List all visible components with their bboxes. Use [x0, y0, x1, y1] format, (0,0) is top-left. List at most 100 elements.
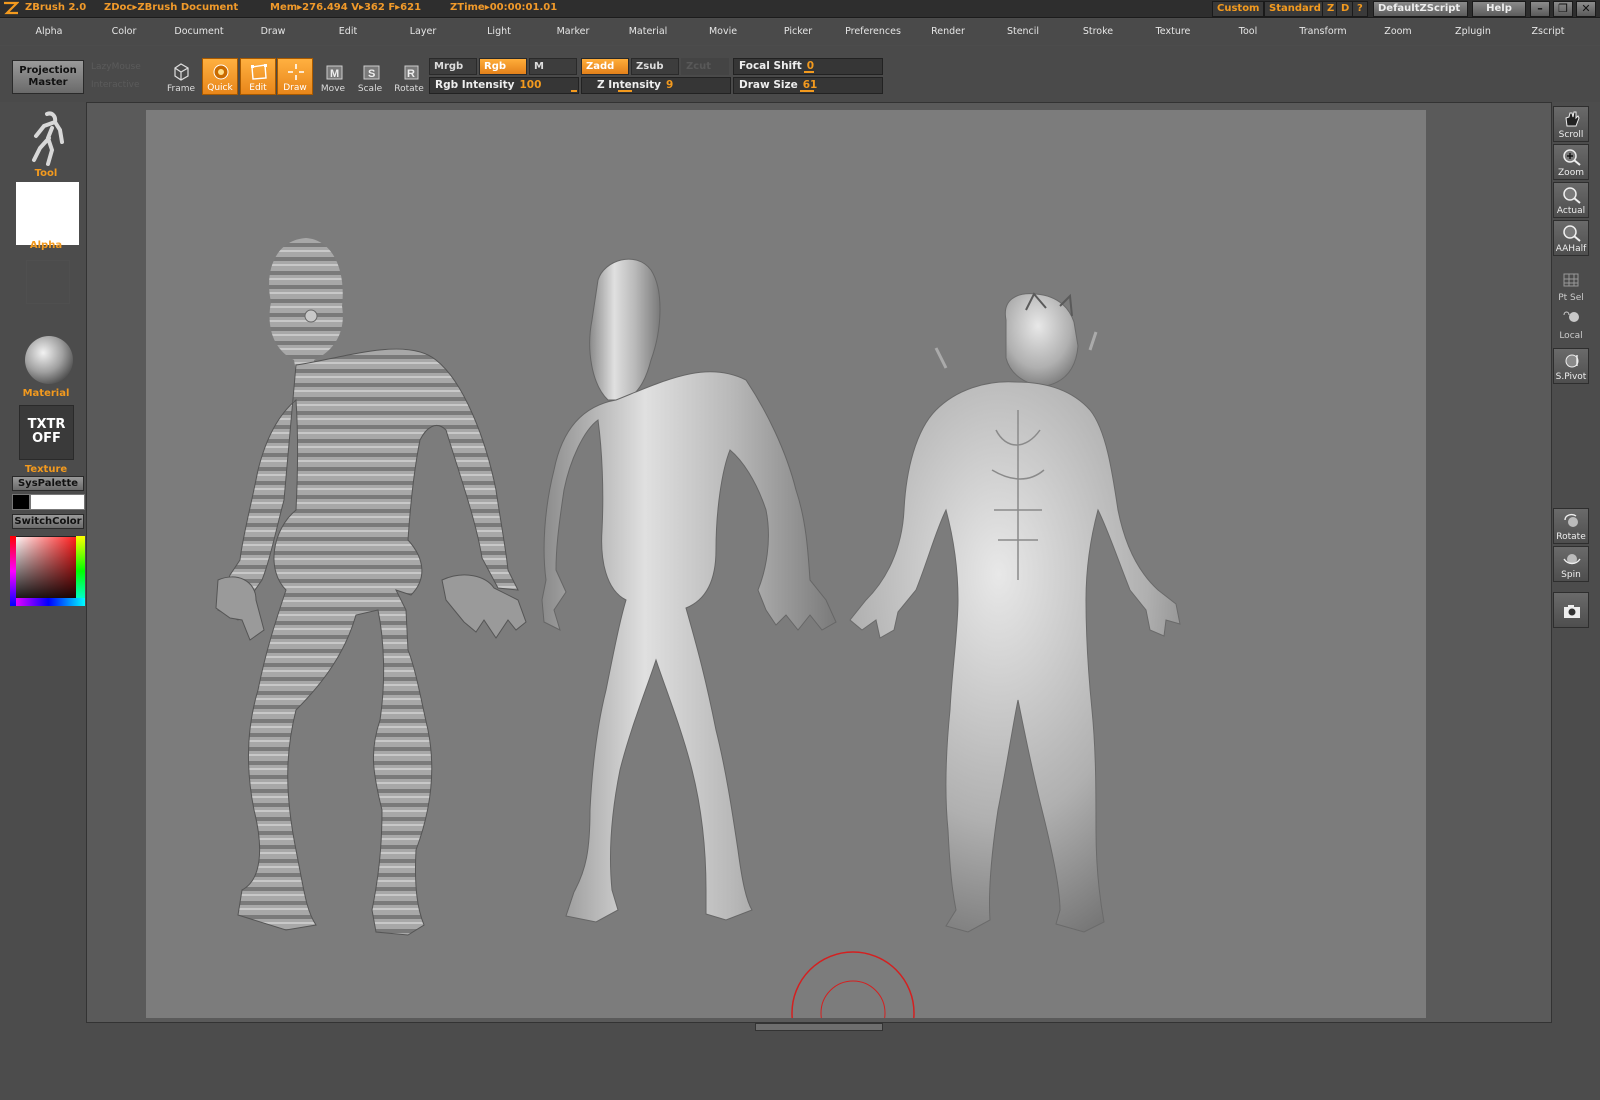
hue-strip-left[interactable]: [10, 536, 16, 606]
restore-icon[interactable]: ❐: [1553, 1, 1573, 17]
standard-ui-button[interactable]: Standard: [1264, 1, 1326, 17]
bottom-tray-handle[interactable]: [755, 1023, 883, 1031]
tool-figure-icon[interactable]: [22, 108, 72, 168]
secondary-color-swatch[interactable]: [12, 494, 30, 510]
menu-preferences[interactable]: Preferences: [845, 26, 901, 37]
zsub-button[interactable]: Zsub: [631, 58, 679, 75]
rgb-intensity-slider[interactable]: Rgb Intensity 100: [429, 77, 579, 94]
material-label[interactable]: Material: [0, 388, 92, 399]
menu-layer[interactable]: Layer: [410, 26, 437, 37]
menu-tool[interactable]: Tool: [1239, 26, 1257, 37]
menu-marker[interactable]: Marker: [557, 26, 590, 37]
material-sphere-icon[interactable]: [25, 336, 73, 384]
spin-button[interactable]: Spin: [1553, 546, 1589, 582]
menu-render[interactable]: Render: [931, 26, 965, 37]
rotate-button[interactable]: R Rotate: [391, 58, 427, 95]
memory-readout: Mem▸276.494 V▸362 F▸621: [270, 2, 422, 13]
draw-size-slider[interactable]: Draw Size 61: [733, 77, 883, 94]
menu-alpha[interactable]: Alpha: [35, 26, 62, 37]
menu-picker[interactable]: Picker: [784, 26, 812, 37]
close-icon[interactable]: ✕: [1576, 1, 1596, 17]
help-button[interactable]: Help: [1472, 1, 1526, 17]
z-intensity-slider[interactable]: Z Intensity 9: [581, 77, 731, 94]
menu-zplugin[interactable]: Zplugin: [1455, 26, 1491, 37]
stroke-placeholder-icon: [26, 260, 70, 304]
banded-figure-model: [215, 238, 527, 936]
menu-texture[interactable]: Texture: [1156, 26, 1191, 37]
snapshot-button[interactable]: [1553, 592, 1589, 628]
mrgb-button[interactable]: Mrgb: [429, 58, 477, 75]
focal-shift-slider[interactable]: Focal Shift 0: [733, 58, 883, 75]
menu-transform[interactable]: Transform: [1299, 26, 1346, 37]
local-button[interactable]: Local: [1553, 306, 1589, 342]
m-button[interactable]: M: [529, 58, 577, 75]
menu-zscript[interactable]: Zscript: [1532, 26, 1565, 37]
document-canvas[interactable]: [146, 110, 1426, 1018]
quick-button[interactable]: Quick: [202, 58, 238, 95]
zoom-button[interactable]: Zoom: [1553, 144, 1589, 180]
syspalette-button[interactable]: SysPalette: [12, 476, 84, 491]
local-rotate-icon: [1563, 311, 1579, 322]
menu-document[interactable]: Document: [174, 26, 223, 37]
zoom-magnifier-icon: [1563, 149, 1581, 166]
quick-help-button[interactable]: ?: [1352, 1, 1368, 17]
alpha-swatch[interactable]: [16, 182, 79, 245]
aahalf-button[interactable]: AAHalf: [1553, 220, 1589, 256]
draw-button[interactable]: Draw: [277, 58, 313, 95]
menu-material[interactable]: Material: [629, 26, 668, 37]
move-button[interactable]: M Move: [315, 58, 351, 95]
rgb-button[interactable]: Rgb: [479, 58, 527, 75]
hue-strip-right[interactable]: [76, 536, 85, 606]
menu-edit[interactable]: Edit: [339, 26, 357, 37]
zbrush-logo-icon: [4, 1, 19, 15]
ztime-readout: ZTime▸00:00:01.01: [450, 2, 558, 13]
hand-icon: [1565, 111, 1580, 127]
actual-button[interactable]: Actual: [1553, 182, 1589, 218]
menu-movie[interactable]: Movie: [709, 26, 737, 37]
menu-light[interactable]: Light: [487, 26, 511, 37]
svg-text:M: M: [330, 68, 339, 80]
primary-color-swatch[interactable]: [30, 494, 85, 510]
rotate-icon: R: [404, 65, 419, 80]
rotate-view-button[interactable]: Rotate: [1553, 508, 1589, 544]
edit-button[interactable]: Edit: [240, 58, 276, 95]
edit-icon: [251, 64, 267, 80]
point-select-grid-icon: [1563, 273, 1579, 287]
draw-crosshair-icon: [288, 64, 304, 80]
minimize-icon[interactable]: –: [1530, 1, 1550, 17]
texture-label[interactable]: Texture: [0, 464, 92, 475]
zadd-button[interactable]: Zadd: [581, 58, 629, 75]
scale-button[interactable]: S Scale: [352, 58, 388, 95]
svg-text:R: R: [407, 68, 415, 80]
texture-off-swatch[interactable]: TXTR OFF: [19, 405, 74, 460]
menu-draw[interactable]: Draw: [261, 26, 286, 37]
spivot-button[interactable]: S.Pivot: [1553, 348, 1589, 384]
tool-label[interactable]: Tool: [0, 168, 92, 179]
menu-zoom[interactable]: Zoom: [1384, 26, 1411, 37]
creature-figure-model: [849, 292, 1181, 933]
pivot-icon: [1565, 354, 1579, 368]
scroll-button[interactable]: Scroll: [1553, 106, 1589, 142]
menu-color[interactable]: Color: [112, 26, 137, 37]
projection-master-button[interactable]: Projection Master: [12, 60, 84, 94]
document-title: ZDoc▸ZBrush Document: [104, 2, 239, 13]
interactive-ghost-label: Interactive: [91, 80, 140, 90]
cube-icon: [174, 63, 189, 81]
default-zscript-button[interactable]: DefaultZScript: [1373, 1, 1468, 17]
quick-sketch-icon: [213, 64, 229, 80]
color-picker-field[interactable]: [12, 536, 85, 606]
menu-stencil[interactable]: Stencil: [1007, 26, 1039, 37]
camera-icon: [1564, 605, 1580, 618]
switchcolor-button[interactable]: SwitchColor: [12, 514, 84, 529]
model-scene: [215, 238, 1181, 1018]
hue-strip-bottom[interactable]: [12, 598, 85, 606]
zcut-button[interactable]: Zcut: [681, 58, 729, 75]
app-title: ZBrush 2.0: [25, 2, 87, 13]
custom-ui-button[interactable]: Custom: [1212, 1, 1265, 17]
point-select-button[interactable]: Pt Sel: [1553, 268, 1589, 304]
frame-button[interactable]: Frame: [163, 58, 199, 95]
faceted-figure-model: [541, 258, 837, 923]
aahalf-icon: [1563, 225, 1581, 242]
alpha-label[interactable]: Alpha: [0, 240, 92, 251]
menu-stroke[interactable]: Stroke: [1083, 26, 1113, 37]
